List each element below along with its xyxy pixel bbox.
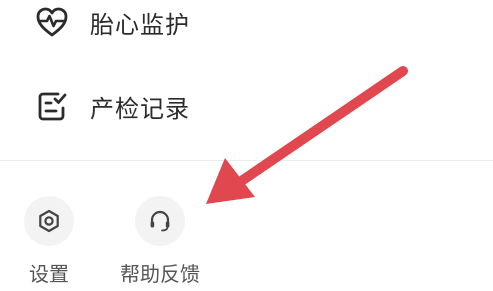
menu-item-label: 胎心监护	[90, 10, 190, 39]
menu-item-label: 产检记录	[90, 94, 190, 123]
menu-item-prenatal-records[interactable]: 产检记录	[32, 84, 190, 128]
headset-icon	[150, 210, 170, 232]
help-feedback-button[interactable]: 帮助反馈	[120, 196, 200, 287]
heart-pulse-icon	[32, 2, 72, 42]
settings-label: 设置	[29, 262, 69, 286]
headset-icon-circle	[135, 196, 185, 246]
checklist-icon	[32, 86, 72, 126]
section-divider	[0, 160, 493, 161]
menu-item-fetal-heart-monitoring[interactable]: 胎心监护	[32, 0, 190, 44]
help-feedback-label: 帮助反馈	[120, 262, 200, 286]
settings-icon	[39, 209, 59, 233]
settings-button[interactable]: 设置	[24, 196, 74, 287]
settings-icon-circle	[24, 196, 74, 246]
